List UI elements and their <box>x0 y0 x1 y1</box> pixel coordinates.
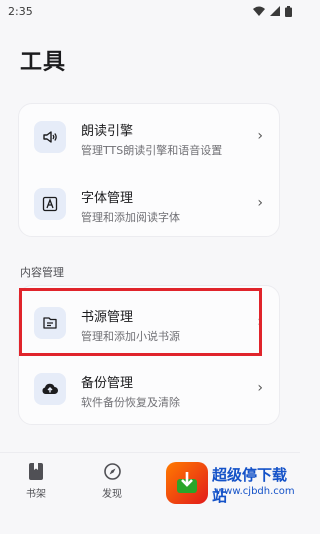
watermark-url: www.cjbdh.com <box>216 486 295 497</box>
list-item-tts-engine[interactable]: 朗读引擎 管理TTS朗读引擎和语音设置 › <box>19 104 279 170</box>
status-icons <box>253 5 292 17</box>
font-icon <box>34 188 66 220</box>
nav-item-discover[interactable]: 发现 <box>87 463 137 500</box>
chevron-right-icon: › <box>257 195 263 211</box>
chevron-right-icon: › <box>257 380 263 396</box>
item-title: 书源管理 <box>81 310 134 325</box>
item-title: 字体管理 <box>81 191 134 206</box>
cloud-upload-icon <box>34 373 66 405</box>
item-subtitle: 管理和添加阅读字体 <box>81 211 180 224</box>
watermark-logo <box>166 462 208 504</box>
chevron-right-icon: › <box>257 128 263 144</box>
compass-icon <box>103 463 121 480</box>
speaker-icon <box>34 121 66 153</box>
status-bar: 2:35 <box>0 0 300 22</box>
nav-item-bookshelf[interactable]: 书架 <box>11 463 61 500</box>
tools-card-content: 书源管理 管理和添加小说书源 › 备份管理 软件备份恢复及清除 › <box>18 285 280 425</box>
book-icon <box>29 463 43 480</box>
page-title: 工具 <box>20 50 67 75</box>
item-title: 朗读引擎 <box>81 124 134 139</box>
watermark-text: 超级停下载站 <box>212 466 288 505</box>
item-subtitle: 管理TTS朗读引擎和语音设置 <box>81 144 223 157</box>
wifi-icon <box>253 6 265 16</box>
item-subtitle: 软件备份恢复及清除 <box>81 396 180 409</box>
section-label: 内容管理 <box>20 266 64 279</box>
list-item-font-manager[interactable]: 字体管理 管理和添加阅读字体 › <box>19 171 279 237</box>
tools-card-engines: 朗读引擎 管理TTS朗读引擎和语音设置 › 字体管理 管理和添加阅读字体 › <box>18 103 280 237</box>
document-icon <box>34 307 66 339</box>
nav-label: 书架 <box>26 489 46 500</box>
list-item-backup[interactable]: 备份管理 软件备份恢复及清除 › <box>19 356 279 422</box>
item-title: 备份管理 <box>81 376 134 391</box>
item-subtitle: 管理和添加小说书源 <box>81 330 180 343</box>
chevron-right-icon: › <box>257 314 263 330</box>
list-item-book-source[interactable]: 书源管理 管理和添加小说书源 › <box>19 290 279 356</box>
battery-icon <box>285 5 292 17</box>
signal-icon <box>270 6 280 16</box>
status-time: 2:35 <box>8 4 33 18</box>
nav-label: 发现 <box>102 489 122 500</box>
